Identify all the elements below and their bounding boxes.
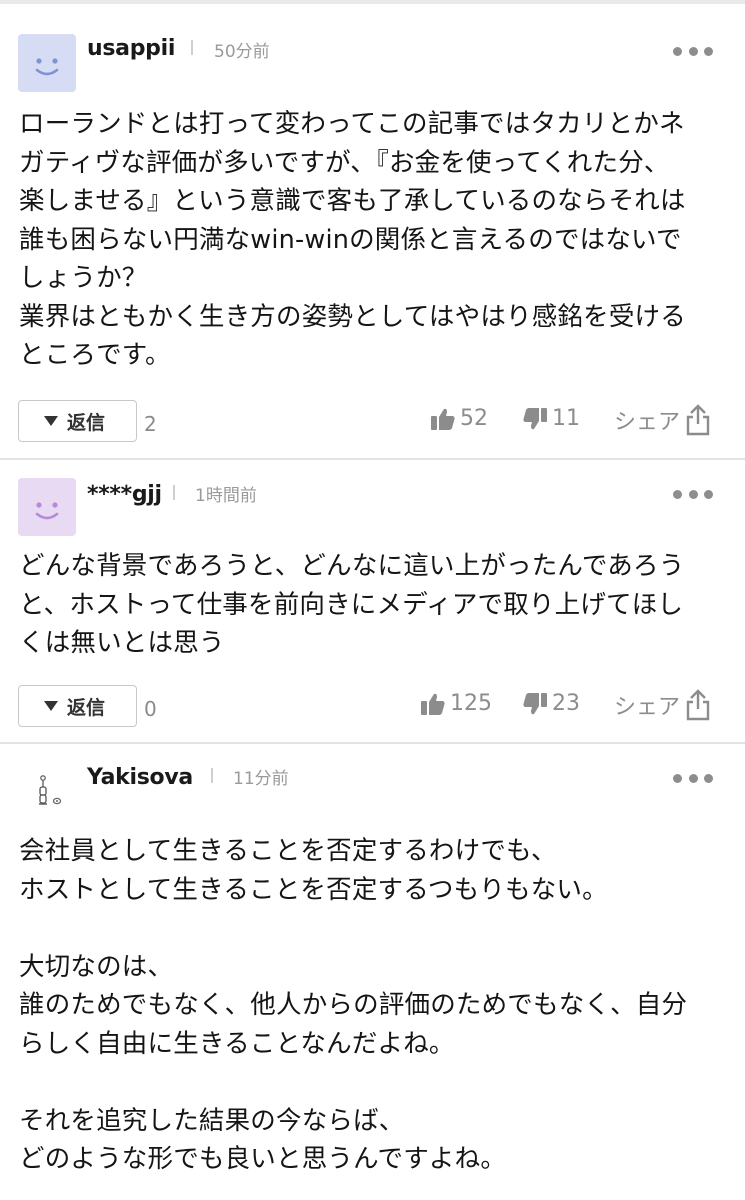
- meta-divider: [191, 40, 193, 55]
- reply-button-label: 返信: [67, 696, 106, 719]
- reply-button-label: 返信: [67, 411, 106, 434]
- thumbs-down-icon: [523, 407, 547, 429]
- share-icon: [686, 404, 710, 436]
- dislike-button[interactable]: 11: [522, 406, 580, 431]
- timestamp: 11分前: [233, 769, 289, 789]
- more-options-icon[interactable]: [673, 45, 713, 57]
- comment-divider: [0, 742, 745, 744]
- timestamp: 1時間前: [195, 486, 257, 506]
- avatar[interactable]: [18, 762, 76, 820]
- meta-divider: [173, 485, 175, 500]
- reply-count: 0: [144, 697, 157, 721]
- username[interactable]: ****gjj: [87, 482, 162, 507]
- timestamp: 50分前: [214, 42, 270, 62]
- reply-count: 2: [144, 412, 157, 436]
- figure-avatar-icon: [39, 775, 62, 805]
- more-options-icon[interactable]: [673, 772, 713, 784]
- comment-text: どんな背景であろうと、どんなに這い上がったんであろう と、ホストって仕事を前向き…: [19, 551, 685, 658]
- share-label: シェア: [614, 695, 681, 720]
- like-count: 125: [450, 691, 492, 716]
- like-count: 52: [460, 406, 488, 431]
- share-label: シェア: [614, 410, 681, 435]
- username[interactable]: usappii: [87, 36, 175, 61]
- share-button[interactable]: シェア: [614, 689, 710, 721]
- caret-down-icon: [44, 416, 58, 426]
- share-icon: [686, 689, 710, 721]
- thumbs-up-icon: [431, 408, 455, 430]
- comment-text: 会社員として生きることを否定するわけでも、 ホストとして生きることを否定するつも…: [19, 836, 688, 1174]
- smiley-face-icon: [35, 58, 59, 76]
- reply-button[interactable]: 返信: [18, 685, 137, 727]
- smiley-face-icon: [35, 502, 59, 520]
- thumbs-down-icon: [523, 692, 547, 714]
- like-button[interactable]: 125: [420, 691, 492, 716]
- dislike-button[interactable]: 23: [522, 691, 580, 716]
- username[interactable]: Yakisova: [87, 765, 193, 790]
- meta-divider: [211, 768, 213, 783]
- share-button[interactable]: シェア: [614, 404, 710, 436]
- avatar[interactable]: [18, 34, 76, 92]
- dislike-count: 23: [552, 691, 580, 716]
- dislike-count: 11: [552, 406, 580, 431]
- comment-divider: [0, 458, 745, 460]
- avatar[interactable]: [18, 478, 76, 536]
- like-button[interactable]: 52: [430, 406, 488, 431]
- reply-button[interactable]: 返信: [18, 400, 137, 442]
- more-options-icon[interactable]: [673, 488, 713, 500]
- top-divider: [0, 0, 745, 4]
- comment-text: ローランドとは打って変わってこの記事ではタカリとかネ ガティヴな評価が多いですが…: [19, 109, 686, 370]
- caret-down-icon: [44, 701, 58, 711]
- thumbs-up-icon: [421, 693, 445, 715]
